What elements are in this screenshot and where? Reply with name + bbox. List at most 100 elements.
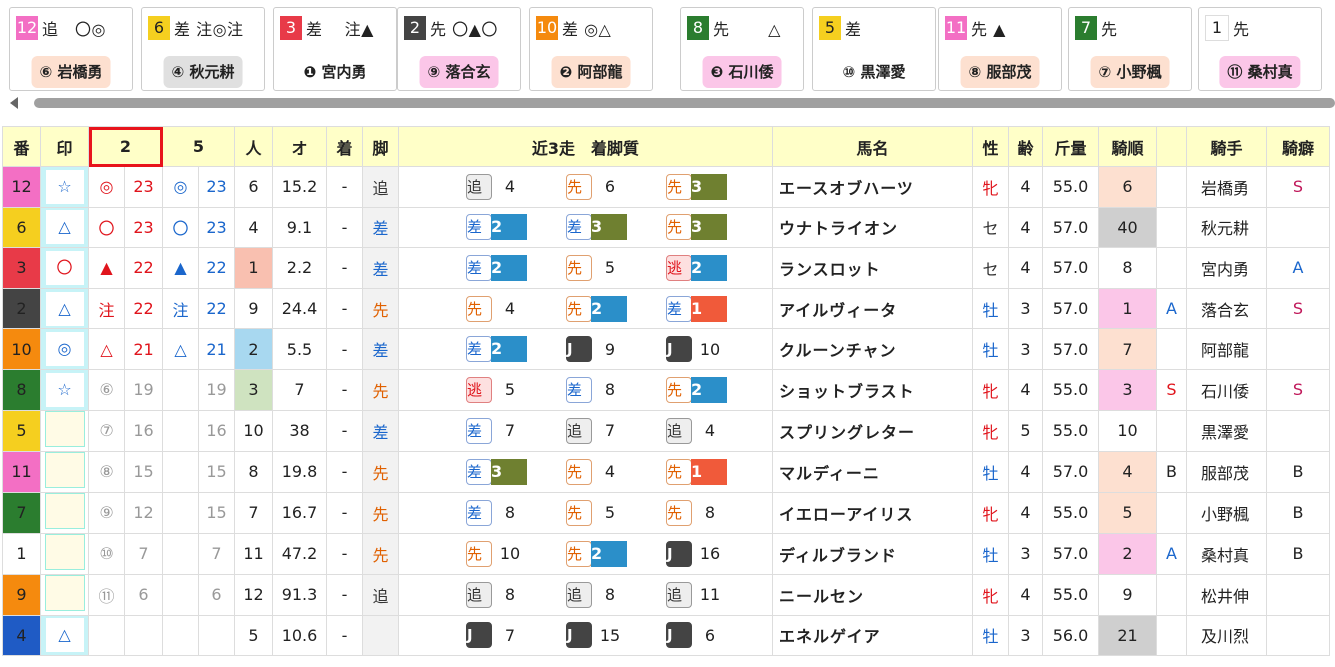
jockey-cell[interactable]: 及川烈 [1186, 614, 1267, 657]
horse-card[interactable]: 8先 △ ❸ 石川倭 [680, 7, 804, 91]
horse-name-cell[interactable]: マルディーニ [772, 450, 973, 493]
horse-name-cell[interactable]: ランスロット [772, 247, 973, 289]
mark-cell[interactable]: △ [40, 614, 89, 657]
table-row[interactable]: 9 ⑪ 6 6 12 91.3- 追追 8 追 8 追 11 ニールセン牝 4 55.0 9 松井伸 [2, 573, 1330, 616]
jockey-cell[interactable]: 桑村真 [1186, 532, 1267, 575]
mark-cell[interactable]: △ [40, 287, 89, 330]
mark-cell[interactable] [40, 573, 89, 616]
table-row[interactable]: 11 ⑧ 15 15 8 19.8- 先差 3 先 4 先 1 マルディーニ牡 4 57.0 4 B 服部茂 B [2, 450, 1330, 493]
mark-cell[interactable]: ☆ [40, 166, 89, 208]
score-2: 22 [133, 299, 154, 319]
jockey-cell[interactable]: 阿部龍 [1186, 328, 1267, 370]
col-sex[interactable]: 性 [972, 126, 1009, 167]
table-row[interactable]: 5 ⑦ 16 16 10 38- 差差 7 追 7 追 4 スプリングレター牝 5 55.0 10 黒澤愛 [2, 409, 1330, 452]
horse-card[interactable]: 2先 〇▲〇 ⑨ 落合玄 [397, 7, 521, 91]
col-ban[interactable]: 番 [2, 126, 41, 167]
mark-selector[interactable] [44, 534, 85, 570]
table-row[interactable]: 12 ☆ ◎ 23 ◎ 23 6 15.2- 追追 4 先 6 先 3 エースオブハーツ牝 4 55.0 6 岩橋勇… [2, 166, 1330, 208]
score-5: 21 [206, 339, 227, 359]
scroll-left-arrow-icon[interactable] [10, 97, 18, 109]
col-kin[interactable]: 斤量 [1042, 126, 1099, 167]
jockey-cell[interactable]: 小野楓 [1186, 491, 1267, 534]
prediction-marks: 差 ◎△ [562, 20, 612, 39]
table-row[interactable]: 1 ⑩ 7 7 11 47.2- 先先 10 先 2 J 16 ディルブランド牡 3 57.0 2 A 桑村真 B [2, 532, 1330, 575]
horse-name-cell[interactable]: エースオブハーツ [772, 166, 973, 208]
horse-name-cell[interactable]: ディルブランド [772, 532, 973, 575]
col-2-selected[interactable]: 2 [88, 126, 163, 167]
horse-name-cell[interactable]: イエローアイリス [772, 491, 973, 534]
horse-card[interactable]: 5差 ⑩ 黒澤愛 [812, 7, 936, 91]
jockey-cell[interactable]: 黒澤愛 [1186, 409, 1267, 452]
horse-name-cell[interactable]: クルーンチャン [772, 328, 973, 370]
col-name[interactable]: 馬名 [772, 126, 973, 167]
mark-cell[interactable]: ☆ [40, 368, 89, 411]
table-row[interactable]: 7 ⑨ 12 15 7 16.7- 先差 8 先 5 先 8 イエローアイリス牝 4 55.0 5 小野楓 B [2, 491, 1330, 534]
horizontal-scrollbar[interactable] [0, 96, 1335, 110]
mark-selector[interactable] [44, 411, 85, 447]
past-leg-chip: J [466, 622, 492, 649]
jockey-cell[interactable]: 秋元耕 [1186, 206, 1267, 249]
past-leg-chip: 先 [566, 458, 592, 485]
mark-selector[interactable]: △ [45, 210, 84, 245]
col-ninki[interactable]: 人 [234, 126, 273, 167]
col-chaku[interactable]: 着 [326, 126, 363, 167]
card-jockey-label: ⑧ 服部茂 [960, 56, 1040, 88]
table-row[interactable]: 4 △ 5 10.6- J 7 J 15 J 6 エネルゲイア牡 3 56.0 21 及川烈 [2, 614, 1330, 657]
table-row[interactable]: 6 △ 〇 23 〇 23 4 9.1- 差差 2 差 3 先 3 ウナトライオンセ 4 57.0 40 秋元耕 [2, 206, 1330, 249]
mark-selector[interactable] [44, 452, 85, 488]
col-kiheki[interactable]: 騎癖 [1266, 126, 1330, 167]
mark-cell[interactable] [40, 450, 89, 493]
col-odds[interactable]: オ [272, 126, 327, 167]
col-past[interactable]: 近3走 着脚質 [398, 126, 773, 167]
horse-card[interactable]: 3差 注▲ ❶ 宮内勇 [273, 7, 397, 91]
mark-selector[interactable] [44, 493, 85, 529]
mark-cell[interactable]: 〇 [40, 247, 89, 289]
mark-cell[interactable] [40, 409, 89, 452]
table-row[interactable]: 3 〇 ▲ 22 ▲ 22 1 2.2- 差差 2 先 5 逃 2 ランスロットセ 4 57.0 8 宮内勇 A [2, 247, 1330, 289]
col-age[interactable]: 齢 [1008, 126, 1043, 167]
jockey-cell[interactable]: 宮内勇 [1186, 247, 1267, 289]
mark-selector[interactable]: 〇 [45, 250, 84, 285]
table-row[interactable]: 10 ◎ △ 21 △ 21 2 5.5- 差差 2 J 9 J 10 クルーンチャン牡 3 57.0 7 阿部龍 [2, 328, 1330, 370]
weight: 57.0 [1052, 217, 1089, 237]
finish: - [341, 625, 348, 645]
horse-card[interactable]: 7先 ⑦ 小野楓 [1068, 7, 1192, 91]
horse-card[interactable]: 10 差 ◎△ ❷ 阿部龍 [529, 7, 653, 91]
jockey-cell[interactable]: 岩橋勇 [1186, 166, 1267, 208]
mark-selector[interactable] [44, 575, 85, 611]
horse-name-cell[interactable]: ニールセン [772, 573, 973, 616]
mark-selector[interactable]: △ [45, 291, 84, 326]
sex-cell: 牝 [972, 409, 1009, 452]
table-row[interactable]: 8 ☆ ⑥ 19 19 3 7- 先逃 5 差 8 先 2 ショットブラスト牝 4 55.0 3 S 石川倭 S [2, 368, 1330, 411]
mark-cell[interactable]: △ [40, 206, 89, 249]
mark-selector[interactable]: ◎ [45, 332, 84, 367]
horse-card[interactable]: 6差 注◎注 ④ 秋元耕 [141, 7, 265, 91]
horse-name: ディルブランド [779, 545, 897, 565]
jockey-cell[interactable]: 松井伸 [1186, 573, 1267, 616]
col-5[interactable]: 5 [162, 126, 235, 167]
col-kijun[interactable]: 騎順 [1098, 126, 1157, 167]
horse-name-cell[interactable]: アイルヴィータ [772, 287, 973, 330]
mark-selector[interactable]: ☆ [45, 372, 84, 407]
horse-card[interactable]: 12 追 〇◎ ⑥ 岩橋勇 [9, 7, 133, 91]
table-row[interactable]: 2 △ 注 22 注 22 9 24.4- 先先 4 先 2 差 1 アイルヴィータ牡 3 57.0 1 A 落合玄 S [2, 287, 1330, 330]
horse-name-cell[interactable]: スプリングレター [772, 409, 973, 452]
horse-card[interactable]: 1先 ⑪ 桑村真 [1198, 7, 1322, 91]
col-in[interactable]: 印 [40, 126, 89, 167]
mark-cell[interactable]: ◎ [40, 328, 89, 370]
horse-name-cell[interactable]: エネルゲイア [772, 614, 973, 657]
jockey-cell[interactable]: 石川倭 [1186, 368, 1267, 411]
scrollbar-thumb[interactable] [34, 98, 1335, 108]
mark-selector[interactable]: △ [45, 618, 84, 653]
mark-cell[interactable] [40, 532, 89, 575]
horse-card[interactable]: 11 先 ▲ ⑧ 服部茂 [938, 7, 1062, 91]
jockey-cell[interactable]: 服部茂 [1186, 450, 1267, 493]
horse-name-cell[interactable]: ウナトライオン [772, 206, 973, 249]
mark-cell[interactable] [40, 491, 89, 534]
mark-selector[interactable]: ☆ [45, 169, 84, 204]
jockey-cell[interactable]: 落合玄 [1186, 287, 1267, 330]
col-jockey[interactable]: 騎手 [1186, 126, 1267, 167]
finish: - [341, 299, 348, 319]
col-ashi[interactable]: 脚 [362, 126, 399, 167]
horse-name-cell[interactable]: ショットブラスト [772, 368, 973, 411]
